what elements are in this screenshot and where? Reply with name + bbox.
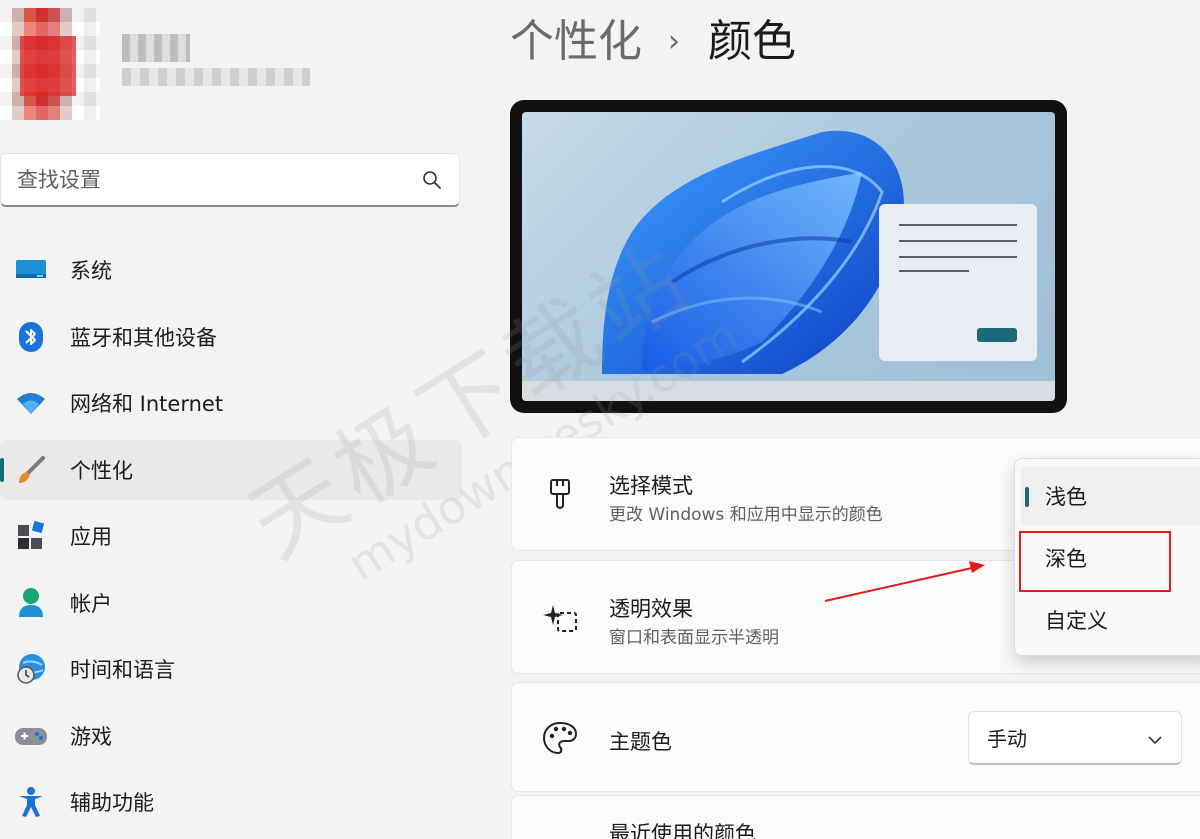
sidebar-item-network[interactable]: 网络和 Internet xyxy=(0,373,462,433)
sidebar-item-label: 网络和 Internet xyxy=(70,392,224,416)
sidebar-item-accounts[interactable]: 帐户 xyxy=(0,573,462,633)
mode-option-label: 深色 xyxy=(1045,547,1087,571)
mode-option-label: 自定义 xyxy=(1045,609,1108,633)
accent-color-select[interactable]: 手动 xyxy=(968,711,1182,765)
preview-button xyxy=(977,328,1017,342)
sidebar-item-label: 辅助功能 xyxy=(70,791,154,815)
accent-select-value: 手动 xyxy=(987,727,1027,751)
user-email-blurred xyxy=(122,68,310,86)
setting-accent-color[interactable]: 主题色 手动 xyxy=(511,682,1200,792)
accessibility-icon xyxy=(14,785,48,819)
sidebar-item-apps[interactable]: 应用 xyxy=(0,506,462,566)
sidebar-item-label: 蓝牙和其他设备 xyxy=(70,325,217,350)
sidebar-item-label: 时间和语言 xyxy=(70,658,175,682)
sidebar-item-time-language[interactable]: 时间和语言 xyxy=(0,639,462,699)
palette-icon xyxy=(540,718,580,758)
user-name-blurred xyxy=(122,34,190,62)
setting-recent-colors: 最近使用的颜色 xyxy=(511,795,1200,839)
setting-description: 窗口和表面显示半透明 xyxy=(609,628,779,648)
sidebar-item-personalization[interactable]: 个性化 xyxy=(0,439,462,500)
search-box[interactable] xyxy=(0,153,460,207)
chevron-down-icon xyxy=(1147,726,1163,750)
sidebar-item-system[interactable]: 系统 xyxy=(0,240,462,300)
breadcrumb-separator: › xyxy=(668,24,680,59)
mode-dropdown: 浅色 深色 自定义 xyxy=(1014,458,1200,656)
setting-title: 主题色 xyxy=(609,730,672,754)
page-title: 颜色 xyxy=(708,16,796,67)
account-icon xyxy=(14,586,48,620)
preview-text-line xyxy=(899,224,1017,226)
gamepad-icon xyxy=(14,719,48,753)
sidebar-item-accessibility[interactable]: 辅助功能 xyxy=(0,772,462,832)
bluetooth-icon xyxy=(14,320,48,354)
setting-title: 选择模式 xyxy=(609,474,693,498)
mode-option-label: 浅色 xyxy=(1045,485,1087,509)
paint-brush-icon xyxy=(14,453,48,487)
setting-title: 最近使用的颜色 xyxy=(609,822,756,839)
apps-icon xyxy=(14,519,48,553)
breadcrumb: 个性化 › 颜色 xyxy=(510,14,796,70)
sidebar-item-label: 个性化 xyxy=(70,458,133,483)
time-language-icon xyxy=(14,652,48,686)
sidebar-item-label: 游戏 xyxy=(70,724,112,749)
setting-title: 透明效果 xyxy=(609,597,693,621)
preview-desktop xyxy=(522,112,1055,401)
brush-icon xyxy=(540,475,580,515)
sparkle-icon xyxy=(540,598,580,638)
wifi-icon xyxy=(14,386,48,420)
search-icon[interactable] xyxy=(421,169,443,191)
search-input[interactable] xyxy=(17,167,421,192)
preview-window xyxy=(879,204,1037,361)
setting-description: 更改 Windows 和应用中显示的颜色 xyxy=(609,505,883,525)
avatar[interactable] xyxy=(0,8,100,120)
mode-option-light[interactable]: 浅色 xyxy=(1021,467,1200,525)
sidebar-item-label: 系统 xyxy=(70,259,112,283)
sidebar-item-gaming[interactable]: 游戏 xyxy=(0,706,462,766)
sidebar-item-label: 应用 xyxy=(70,525,112,549)
preview-text-line xyxy=(899,256,1017,258)
preview-text-line xyxy=(899,270,969,272)
mode-option-custom[interactable]: 自定义 xyxy=(1021,591,1200,649)
preview-taskbar xyxy=(522,381,1055,401)
system-icon xyxy=(14,253,48,287)
sidebar-item-bluetooth[interactable]: 蓝牙和其他设备 xyxy=(0,307,462,367)
sidebar-item-label: 帐户 xyxy=(70,591,112,616)
breadcrumb-parent[interactable]: 个性化 xyxy=(510,14,642,70)
theme-preview xyxy=(510,100,1067,413)
sidebar-nav: 系统 蓝牙和其他设备 网络和 Internet 个性化 应用 帐户 时间和语言 … xyxy=(0,240,462,839)
mode-option-dark[interactable]: 深色 xyxy=(1021,529,1200,587)
preview-text-line xyxy=(899,240,1017,242)
